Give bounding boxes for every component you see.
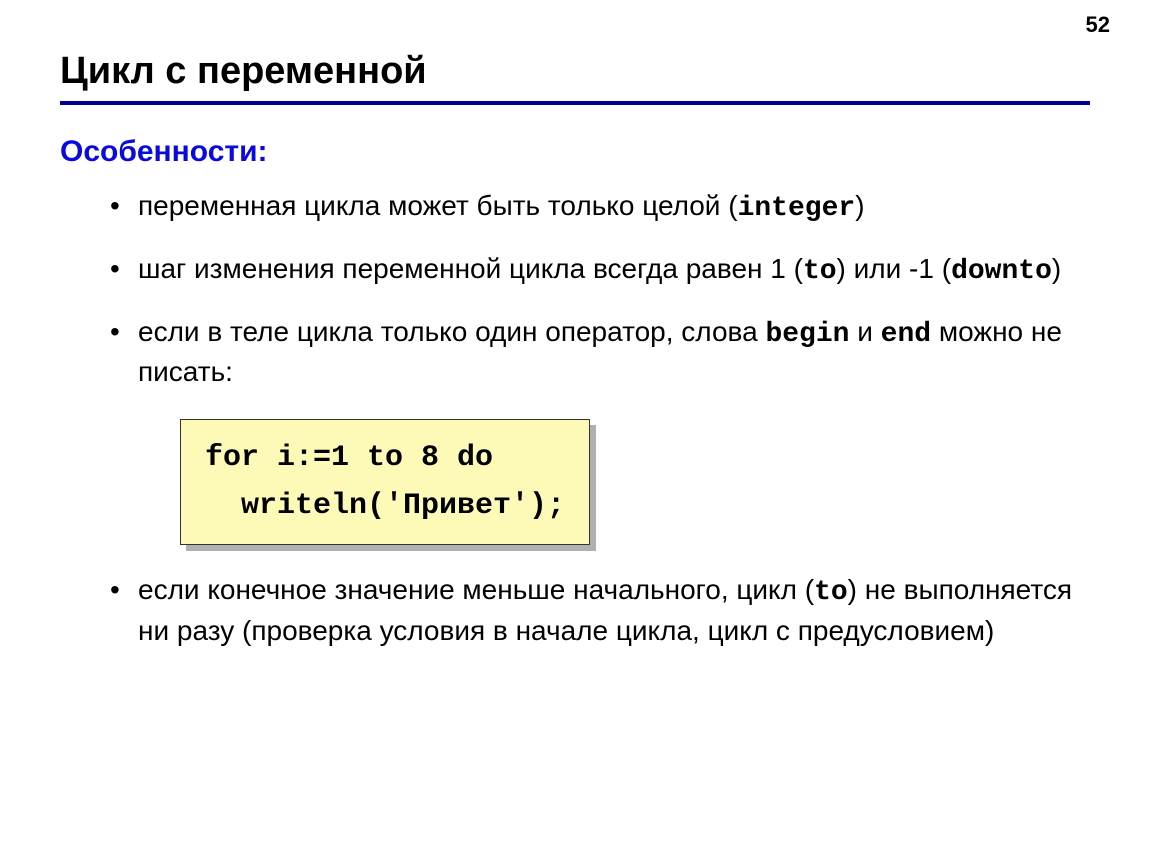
- code-inline: downto: [951, 256, 1052, 287]
- code-inline: integer: [738, 193, 856, 224]
- text: ): [855, 190, 864, 221]
- code-inline: end: [881, 319, 931, 350]
- code-inline: to: [803, 256, 837, 287]
- code-inline: to: [814, 577, 848, 608]
- text: шаг изменения переменной цикла всегда ра…: [138, 253, 803, 284]
- code-inline: begin: [765, 319, 849, 350]
- slide: 52 Цикл с переменной Особенности: переме…: [0, 0, 1150, 864]
- subheading: Особенности:: [60, 135, 1090, 169]
- text: переменная цикла может быть только целой…: [138, 190, 738, 221]
- text: и: [849, 316, 880, 347]
- text: если в теле цикла только один оператор, …: [138, 316, 765, 347]
- bullet-list: переменная цикла может быть только целой…: [60, 187, 1090, 391]
- title-rule: [60, 101, 1090, 105]
- bullet-list-continued: если конечное значение меньше начального…: [60, 571, 1090, 650]
- list-item: шаг изменения переменной цикла всегда ра…: [110, 250, 1090, 291]
- text: ) или -1 (: [837, 253, 952, 284]
- code-block: for i:=1 to 8 do writeln('Привет');: [180, 419, 590, 545]
- list-item: если конечное значение меньше начального…: [110, 571, 1090, 650]
- text: ): [1052, 253, 1061, 284]
- slide-title: Цикл с переменной: [60, 50, 1090, 93]
- list-item: если в теле цикла только один оператор, …: [110, 313, 1090, 392]
- page-number: 52: [1086, 12, 1110, 38]
- text: если конечное значение меньше начального…: [138, 574, 814, 605]
- list-item: переменная цикла может быть только целой…: [110, 187, 1090, 228]
